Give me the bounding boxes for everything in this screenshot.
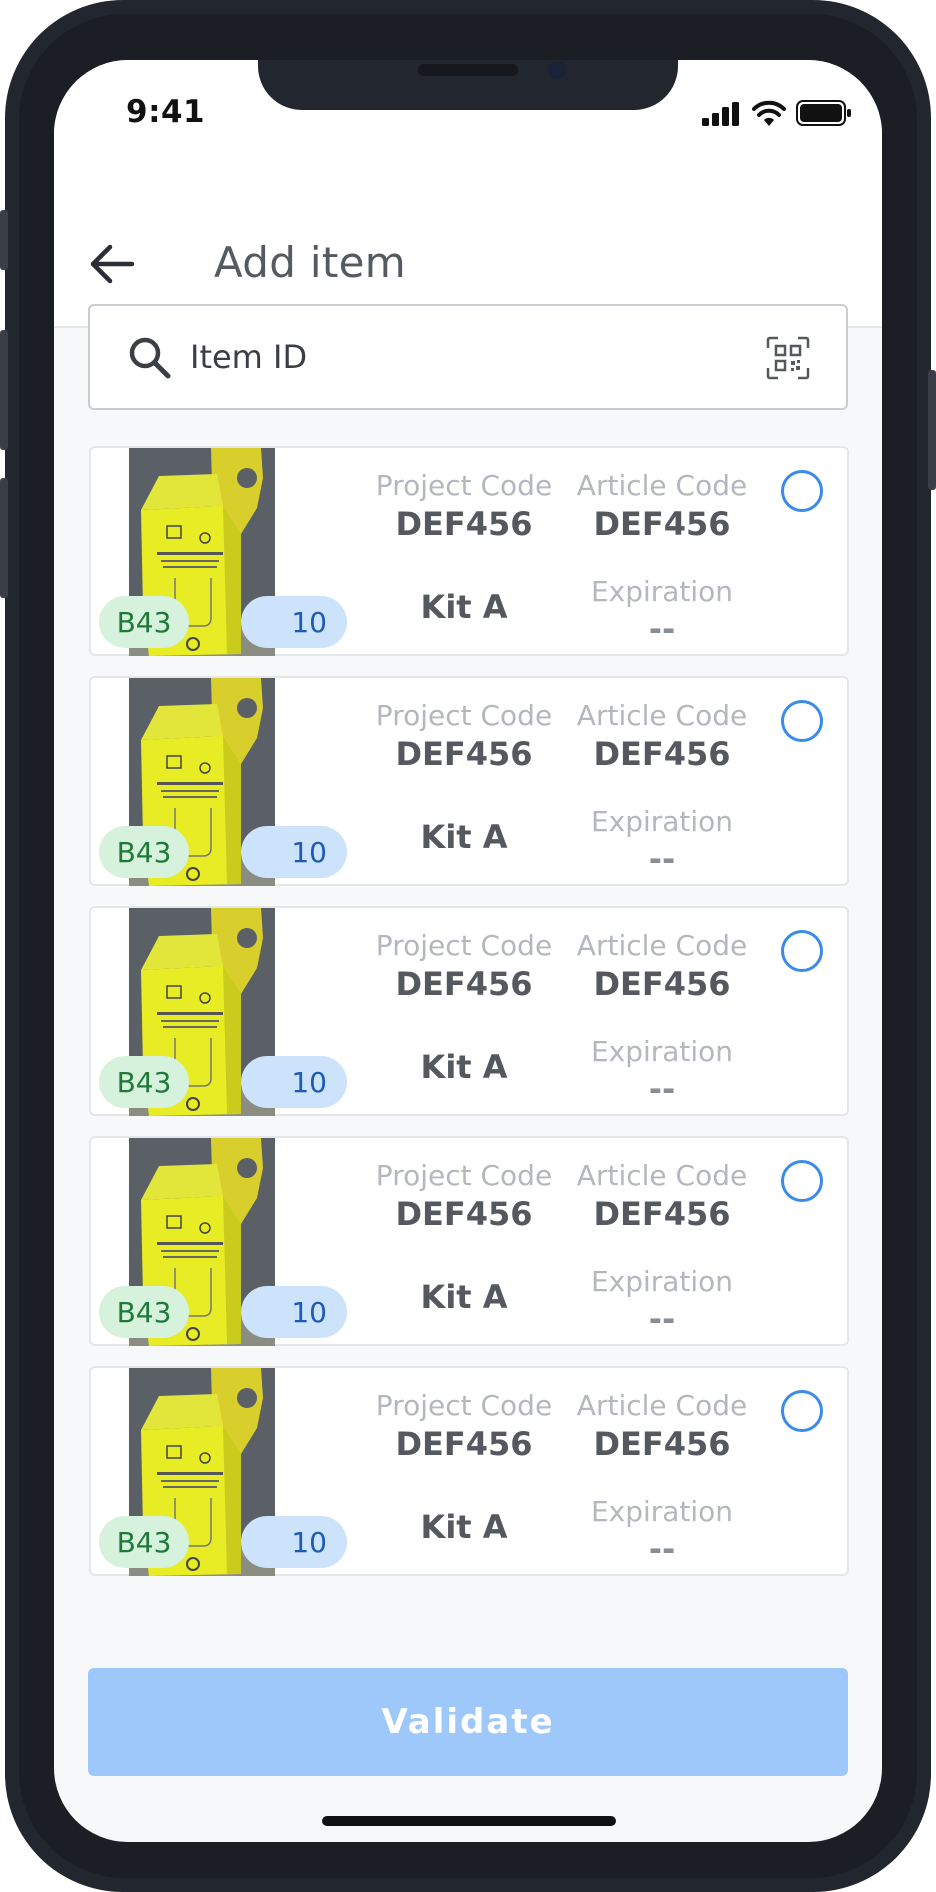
expiration-value: -- <box>648 1070 676 1108</box>
article-code-value: DEF456 <box>593 735 731 773</box>
device-camera <box>548 61 566 79</box>
project-code-label: Project Code <box>375 699 553 732</box>
back-button[interactable] <box>86 238 138 290</box>
article-code-label: Article Code <box>576 929 748 962</box>
project-code-value: DEF456 <box>395 965 533 1003</box>
item-card[interactable]: B43 10 Project Code DEF456 Article Code … <box>89 676 849 886</box>
wifi-icon <box>752 100 786 126</box>
kit-name: Kit A <box>420 1508 508 1546</box>
status-icons <box>702 100 852 126</box>
project-code-label: Project Code <box>375 1159 553 1192</box>
expiration-value: -- <box>648 840 676 878</box>
article-code-field: Article Code DEF456 <box>567 1158 757 1234</box>
item-card[interactable]: B43 10 Project Code DEF456 Article Code … <box>89 906 849 1116</box>
expiration-value: -- <box>648 610 676 648</box>
expiration-label: Expiration <box>590 1035 734 1068</box>
quantity-badge: 10 <box>241 1286 347 1338</box>
app-screen: 9:41 Add item Item ID B43 10 Project Cod… <box>54 60 882 1842</box>
qr-scan-icon <box>766 336 810 380</box>
kit-name: Kit A <box>420 1048 508 1086</box>
project-code-value: DEF456 <box>395 735 533 773</box>
select-radio[interactable] <box>781 470 823 512</box>
device-speaker <box>418 64 518 76</box>
kit-name: Kit A <box>420 1278 508 1316</box>
project-code-label: Project Code <box>375 1389 553 1422</box>
article-code-field: Article Code DEF456 <box>567 1388 757 1464</box>
side-button-volume-down <box>0 478 8 598</box>
project-code-field: Project Code DEF456 <box>369 928 559 1004</box>
side-button-power <box>928 370 936 490</box>
project-code-label: Project Code <box>375 469 553 502</box>
home-indicator <box>322 1816 616 1826</box>
article-code-label: Article Code <box>576 1389 748 1422</box>
article-code-value: DEF456 <box>593 1425 731 1463</box>
location-badge: B43 <box>99 596 189 648</box>
search-icon <box>129 337 171 379</box>
project-code-value: DEF456 <box>395 1425 533 1463</box>
project-code-field: Project Code DEF456 <box>369 698 559 774</box>
expiration-field: Expiration -- <box>567 574 757 648</box>
app-header: Add item <box>54 160 882 328</box>
item-id-search-input[interactable] <box>190 326 690 388</box>
project-code-label: Project Code <box>375 929 553 962</box>
expiration-field: Expiration -- <box>567 1264 757 1338</box>
item-card[interactable]: B43 10 Project Code DEF456 Article Code … <box>89 1366 849 1576</box>
battery-icon <box>796 100 851 126</box>
project-code-value: DEF456 <box>395 505 533 543</box>
project-code-field: Project Code DEF456 <box>369 1158 559 1234</box>
side-button-volume-up <box>0 330 8 450</box>
expiration-value: -- <box>648 1300 676 1338</box>
article-code-label: Article Code <box>576 699 748 732</box>
expiration-field: Expiration -- <box>567 804 757 878</box>
kit-name: Kit A <box>420 818 508 856</box>
location-badge: B43 <box>99 1286 189 1338</box>
item-card[interactable]: B43 10 Project Code DEF456 Article Code … <box>89 446 849 656</box>
quantity-badge: 10 <box>241 826 347 878</box>
expiration-label: Expiration <box>590 575 734 608</box>
page-title: Add item <box>214 238 406 287</box>
expiration-label: Expiration <box>590 1495 734 1528</box>
expiration-label: Expiration <box>590 805 734 838</box>
select-radio[interactable] <box>781 930 823 972</box>
project-code-field: Project Code DEF456 <box>369 468 559 544</box>
status-time: 9:41 <box>126 94 206 130</box>
expiration-field: Expiration -- <box>567 1494 757 1568</box>
article-code-field: Article Code DEF456 <box>567 468 757 544</box>
quantity-badge: 10 <box>241 596 347 648</box>
cellular-signal-icon <box>702 102 739 126</box>
search-bar <box>88 304 848 410</box>
scan-button[interactable] <box>766 336 810 384</box>
kit-name: Kit A <box>420 588 508 626</box>
location-badge: B43 <box>99 826 189 878</box>
article-code-field: Article Code DEF456 <box>567 928 757 1004</box>
expiration-value: -- <box>648 1530 676 1568</box>
side-button-silent <box>0 210 8 270</box>
location-badge: B43 <box>99 1056 189 1108</box>
select-radio[interactable] <box>781 1390 823 1432</box>
select-radio[interactable] <box>781 700 823 742</box>
project-code-field: Project Code DEF456 <box>369 1388 559 1464</box>
quantity-badge: 10 <box>241 1516 347 1568</box>
expiration-label: Expiration <box>590 1265 734 1298</box>
expiration-field: Expiration -- <box>567 1034 757 1108</box>
article-code-field: Article Code DEF456 <box>567 698 757 774</box>
article-code-value: DEF456 <box>593 965 731 1003</box>
item-list: B43 10 Project Code DEF456 Article Code … <box>89 446 849 1596</box>
item-card[interactable]: B43 10 Project Code DEF456 Article Code … <box>89 1136 849 1346</box>
quantity-badge: 10 <box>241 1056 347 1108</box>
article-code-label: Article Code <box>576 469 748 502</box>
select-radio[interactable] <box>781 1160 823 1202</box>
validate-button[interactable]: Validate <box>88 1668 848 1776</box>
article-code-value: DEF456 <box>593 505 731 543</box>
article-code-value: DEF456 <box>593 1195 731 1233</box>
arrow-left-icon <box>90 244 134 284</box>
project-code-value: DEF456 <box>395 1195 533 1233</box>
article-code-label: Article Code <box>576 1159 748 1192</box>
location-badge: B43 <box>99 1516 189 1568</box>
